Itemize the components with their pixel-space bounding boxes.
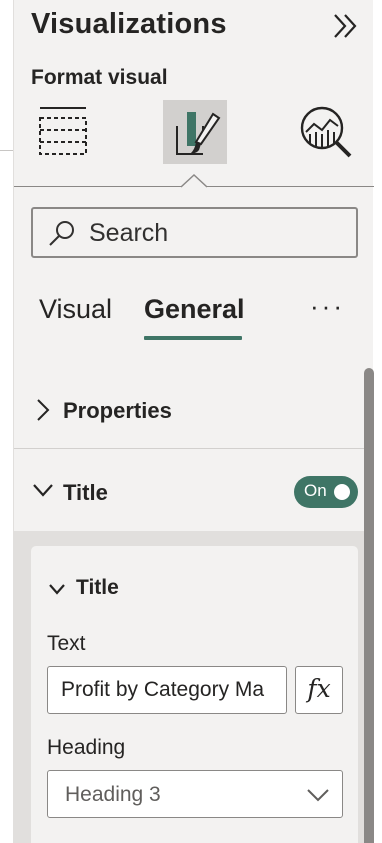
selected-tab-pointer (181, 174, 207, 188)
title-text-value: Profit by Category Ma (61, 678, 265, 701)
text-field-label: Text (47, 632, 86, 655)
format-paintbrush-icon (176, 112, 221, 155)
analytics-magnifier-icon (300, 106, 352, 158)
visualizations-pane: Visualizations Format visual Search Visu… (13, 0, 374, 843)
build-visual-tab[interactable] (34, 100, 98, 164)
title-text-field[interactable]: Profit by Category Ma (47, 666, 287, 714)
tab-visual[interactable]: Visual (39, 294, 112, 325)
chevron-down-icon (307, 789, 329, 802)
search-icon (49, 221, 74, 246)
title-card-label: Title (76, 576, 119, 599)
properties-label: Properties (63, 398, 172, 423)
conditional-format-fx-button[interactable]: fx (295, 666, 343, 714)
heading-dropdown-value: Heading 3 (65, 783, 161, 806)
title-settings-card: Title Text Profit by Category Ma fx Head… (31, 546, 358, 843)
toggle-knob (334, 484, 350, 500)
more-options-button[interactable]: ··· (310, 291, 345, 322)
chevron-down-icon (49, 584, 65, 595)
chevron-right-icon (37, 399, 50, 421)
build-visual-icon (39, 107, 87, 155)
pane-title: Visualizations (31, 8, 227, 40)
format-visual-tab[interactable] (163, 100, 227, 164)
tab-general[interactable]: General (144, 294, 245, 325)
format-visual-label: Format visual (31, 66, 168, 89)
search-input[interactable] (89, 217, 339, 249)
canvas-edge-line (0, 150, 14, 151)
properties-section-header[interactable]: Properties (14, 376, 364, 448)
title-toggle[interactable]: On (294, 476, 358, 508)
analytics-tab[interactable] (294, 100, 358, 164)
collapse-pane-button[interactable] (330, 12, 362, 40)
chevron-down-icon (33, 484, 53, 497)
title-section-label: Title (63, 480, 108, 505)
heading-dropdown[interactable]: Heading 3 (47, 770, 343, 818)
double-chevron-right-icon (334, 14, 357, 38)
heading-field-label: Heading (47, 736, 126, 759)
title-card-header[interactable]: Title (31, 546, 358, 626)
toggle-state-label: On (304, 481, 327, 500)
fx-icon: fx (307, 674, 331, 703)
search-box[interactable] (31, 207, 358, 258)
scrollbar-thumb[interactable] (364, 368, 374, 843)
active-tab-underline (144, 336, 242, 340)
